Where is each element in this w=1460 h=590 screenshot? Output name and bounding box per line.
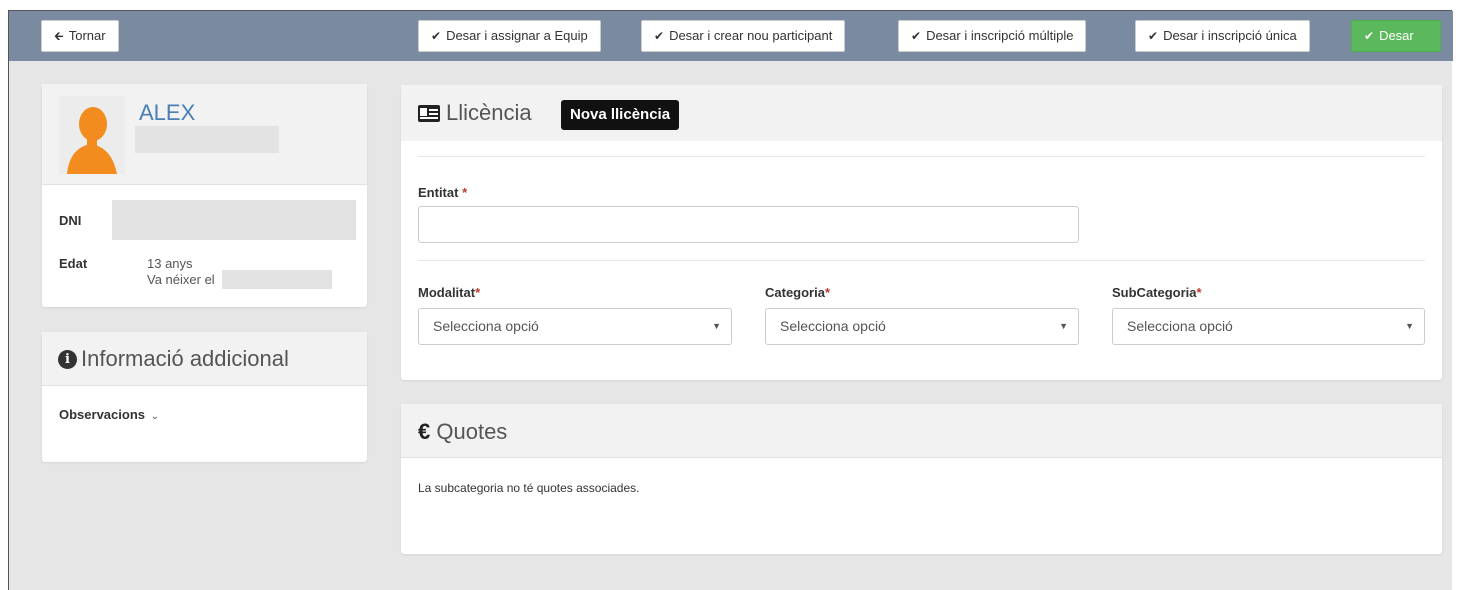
fees-title: € Quotes [418,419,508,444]
caret-down-icon: ▼ [1059,321,1068,331]
modality-label: Modalitat* [418,285,481,300]
info-circle-icon: i [58,349,77,369]
entity-input[interactable] [418,206,1079,243]
app-frame: 🡰 Tornar ✔ Desar i assignar a Equip ✔ Desar… [8,10,1453,590]
modality-select[interactable]: Selecciona opció ▼ [418,308,732,345]
divider [418,260,1425,261]
dni-value-redacted [112,200,356,240]
entity-label: Entitat * [418,185,468,200]
fees-header [401,404,1442,458]
save-new-participant-button[interactable]: ✔ Desar i crear nou participant [641,20,846,52]
additional-info-title: i Informació addicional [58,346,289,372]
license-title: Llicència [418,100,532,126]
user-silhouette-icon [59,96,125,174]
subcategory-label: SubCategoria* [1112,285,1202,300]
participant-name: ALEX [139,100,196,125]
check-icon: ✔ [431,29,442,43]
dni-label: DNI [59,213,82,228]
category-label: Categoria* [765,285,831,300]
birth-date-redacted [222,270,332,289]
fees-card: € Quotes La subcategoria no té quotes as… [401,404,1442,554]
avatar [59,96,125,174]
fees-empty-message: La subcategoria no té quotes associades. [418,481,640,495]
check-icon: ✔ [1148,29,1159,43]
arrow-left-icon: 🡰 [54,29,64,43]
id-card-icon [418,104,440,122]
caret-down-icon: ▼ [1405,321,1414,331]
save-multiple-registration-button[interactable]: ✔ Desar i inscripció múltiple [898,20,1087,52]
save-button[interactable]: ✔ Desar [1351,20,1441,52]
age-label: Edat [59,256,88,271]
additional-info-card: i Informació addicional Observacions ⌄ [42,332,367,462]
new-license-badge: Nova llicència [561,100,680,130]
check-icon: ✔ [911,29,922,43]
check-icon: ✔ [1364,29,1375,43]
caret-down-icon: ▼ [712,321,721,331]
license-card: Llicència Nova llicència Entitat * Modal… [401,85,1442,380]
subcategory-select[interactable]: Selecciona opció ▼ [1112,308,1425,345]
category-select[interactable]: Selecciona opció ▼ [765,308,1079,345]
profile-card: ALEX DNI Edat 13 anys Va néixer el [42,84,367,307]
divider [418,156,1425,157]
age-value: 13 anys [147,256,193,271]
birth-date-label: Va néixer el [147,272,215,287]
euro-icon: € [418,419,431,444]
observations-toggle[interactable]: Observacions ⌄ [59,407,159,422]
redacted-field [135,126,279,153]
save-assign-team-button[interactable]: ✔ Desar i assignar a Equip [418,20,601,52]
back-button[interactable]: 🡰 Tornar [41,20,119,52]
chevron-down-icon: ⌄ [150,411,160,422]
check-icon: ✔ [654,29,665,43]
save-single-registration-button[interactable]: ✔ Desar i inscripció única [1135,20,1310,52]
license-header [401,85,1442,141]
top-toolbar: 🡰 Tornar ✔ Desar i assignar a Equip ✔ Desar… [9,11,1453,61]
